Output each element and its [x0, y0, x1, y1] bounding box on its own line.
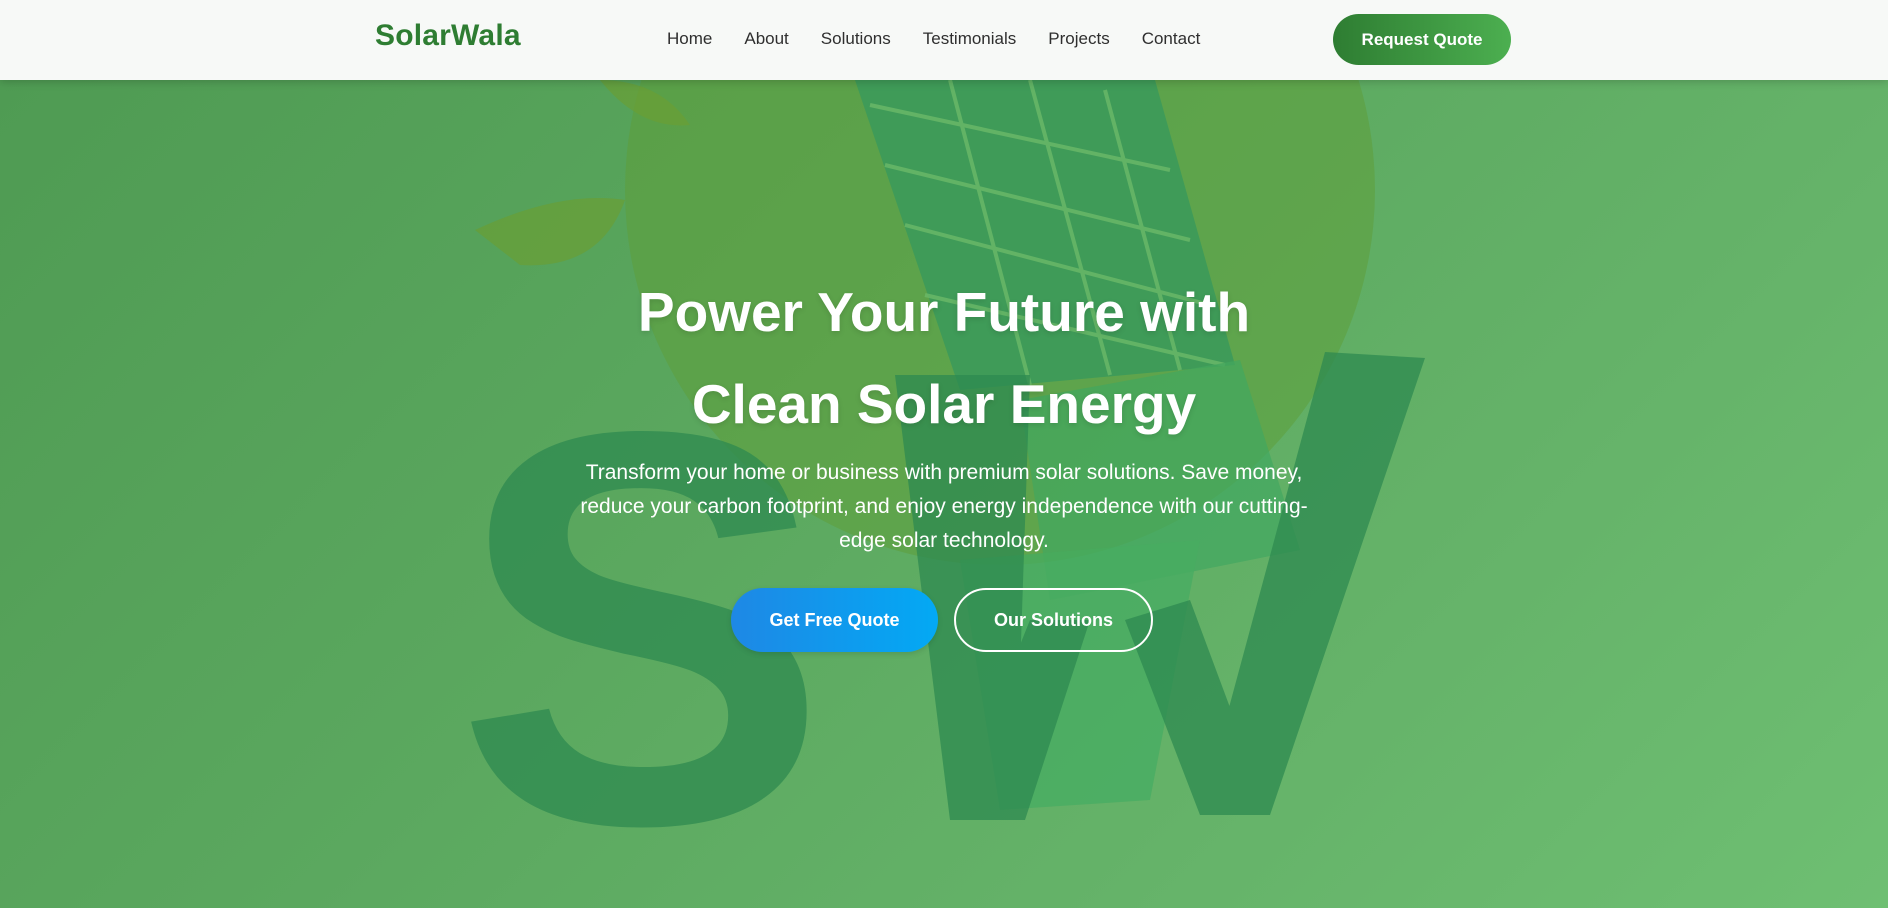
brand-logo[interactable]: SolarWala: [375, 19, 521, 53]
nav-item-contact: Contact: [1142, 29, 1201, 49]
hero-title: Power Your Future with Clean Solar Energ…: [444, 266, 1444, 450]
request-quote-button[interactable]: Request Quote: [1333, 14, 1511, 65]
nav-item-solutions: Solutions: [821, 29, 891, 49]
nav-item-projects: Projects: [1048, 29, 1109, 49]
hero-title-line2: Clean Solar Energy: [691, 373, 1197, 435]
hero-section: Power Your Future with Clean Solar Energ…: [0, 80, 1888, 908]
hero-subtitle: Transform your home or business with pre…: [580, 461, 1308, 552]
nav-link-about[interactable]: About: [744, 29, 788, 48]
hero-title-line1: Power Your Future with: [637, 281, 1251, 343]
nav-link-testimonials[interactable]: Testimonials: [923, 29, 1017, 48]
nav-item-home: Home: [667, 29, 712, 49]
site-header: SolarWala Home About Solutions Testimoni…: [0, 0, 1888, 80]
nav-link-projects[interactable]: Projects: [1048, 29, 1109, 48]
our-solutions-button[interactable]: Our Solutions: [954, 588, 1153, 652]
main-nav: Home About Solutions Testimonials Projec…: [667, 29, 1232, 49]
nav-link-home[interactable]: Home: [667, 29, 712, 48]
nav-link-contact[interactable]: Contact: [1142, 29, 1201, 48]
nav-item-about: About: [744, 29, 788, 49]
nav-item-testimonials: Testimonials: [923, 29, 1017, 49]
get-free-quote-button[interactable]: Get Free Quote: [731, 588, 938, 652]
nav-link-solutions[interactable]: Solutions: [821, 29, 891, 48]
